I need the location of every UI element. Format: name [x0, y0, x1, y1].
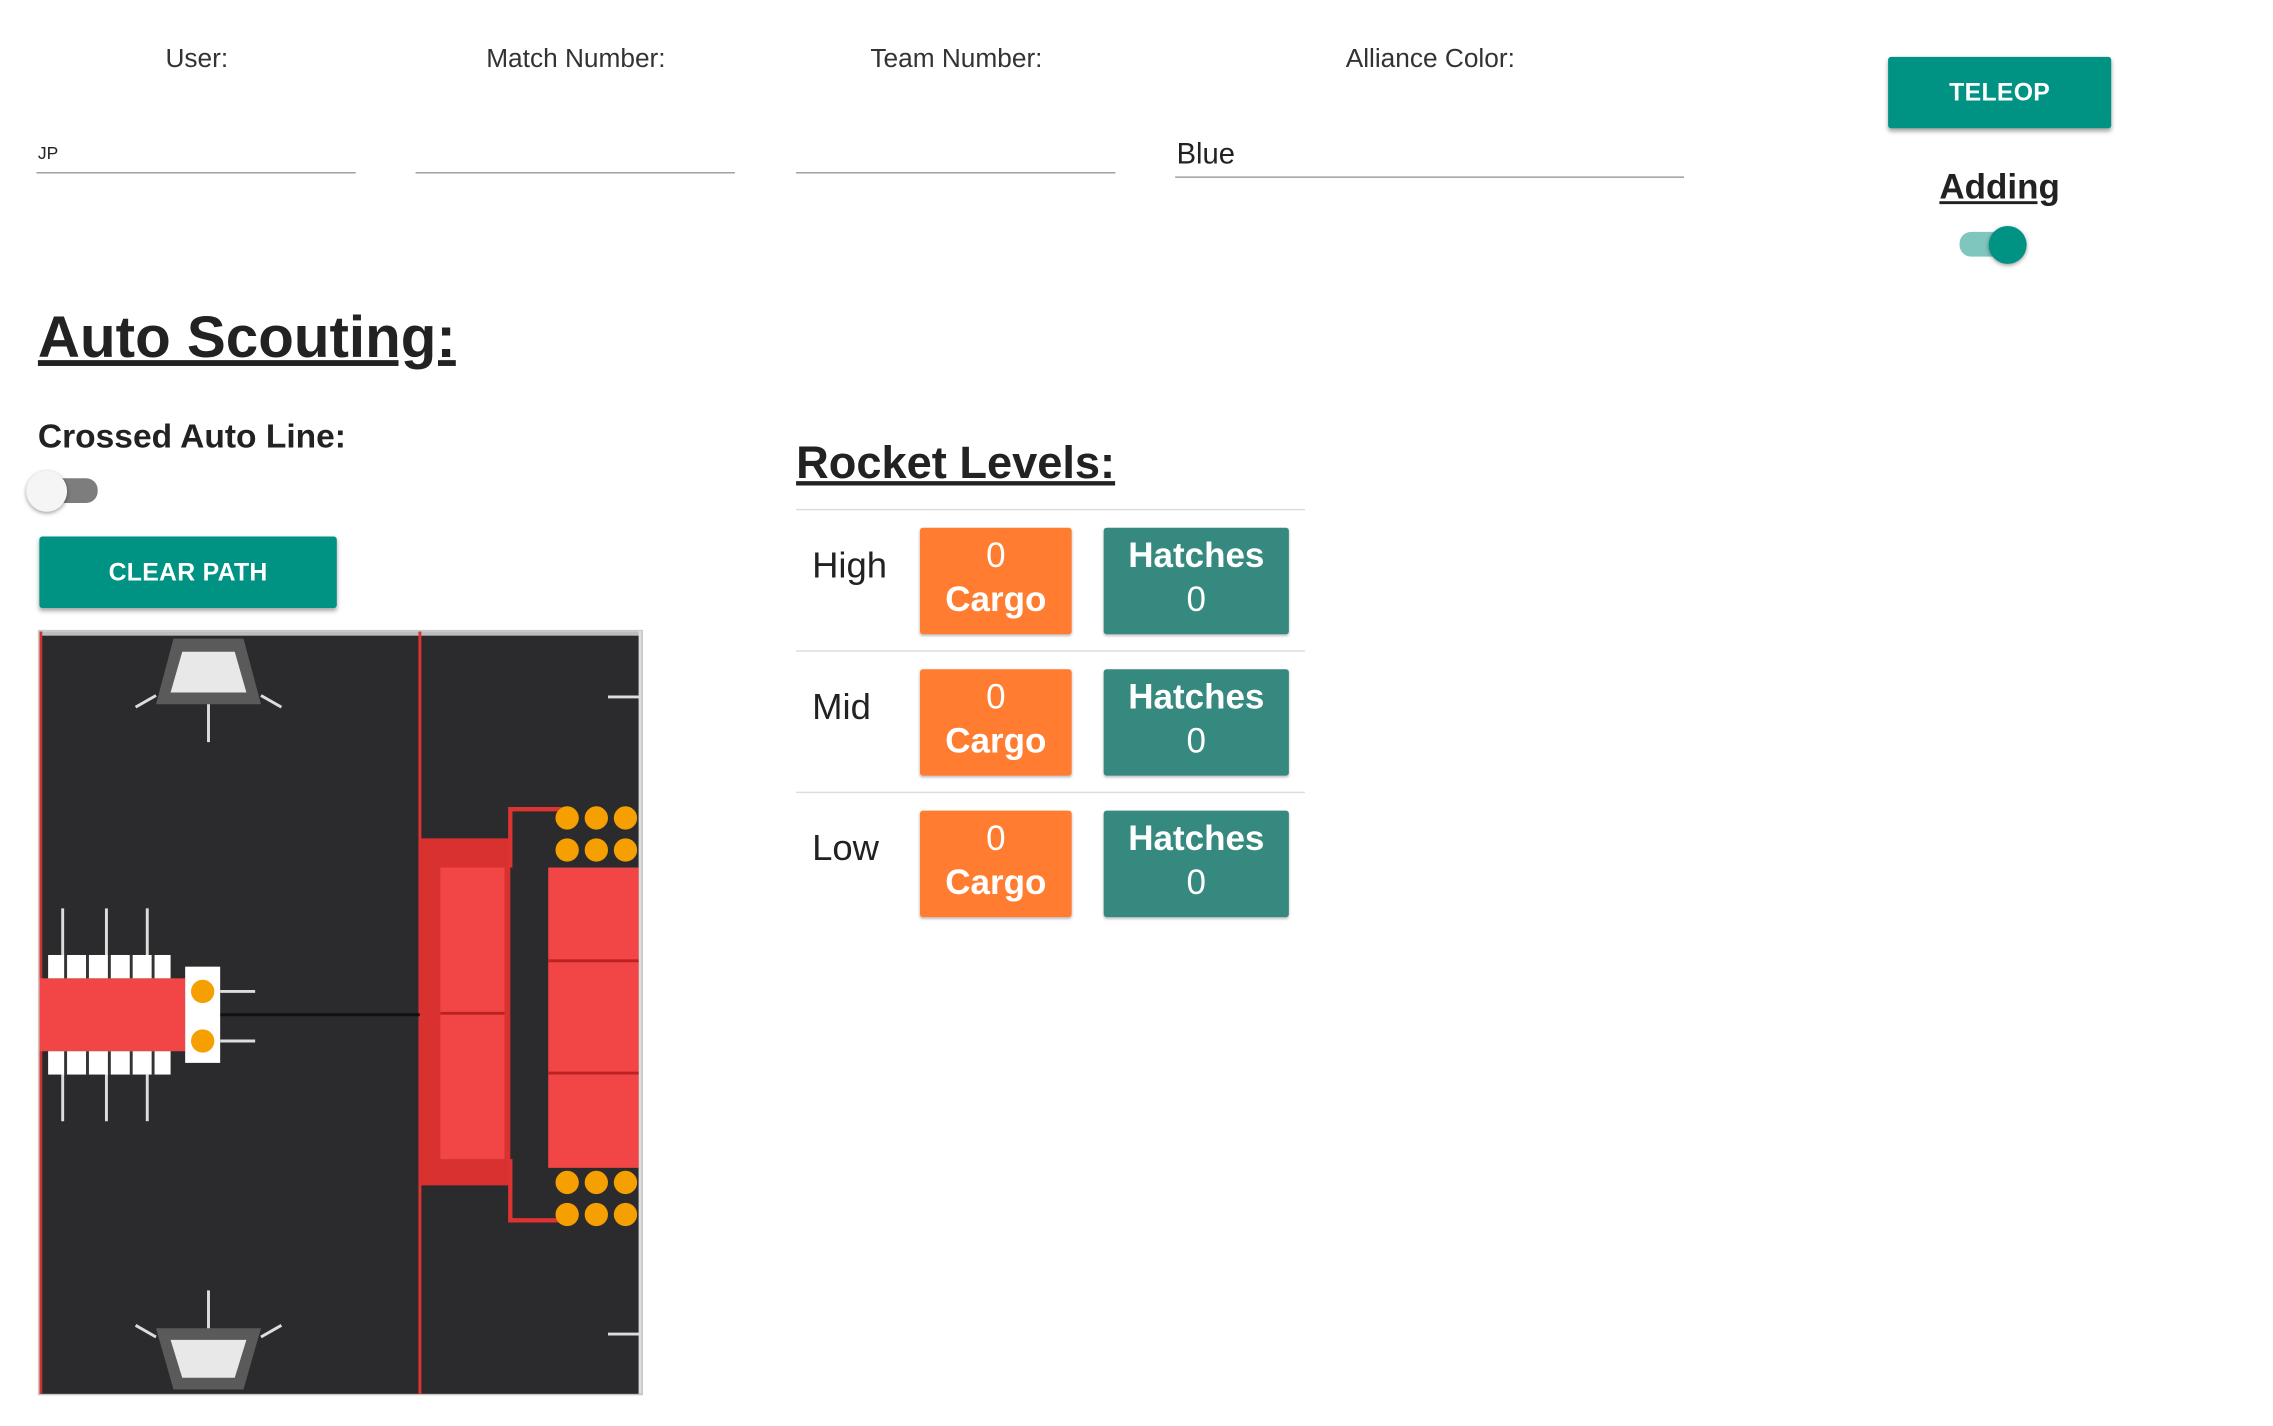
hatch-button-low[interactable]: Hatches 0	[1103, 810, 1289, 918]
match-number-label: Match Number:	[486, 43, 666, 73]
teleop-button[interactable]: TELEOP	[1888, 56, 2112, 129]
rocket-level-row-mid: Mid 0 Cargo Hatches 0	[796, 650, 1305, 791]
cargo-label-low: Cargo	[945, 863, 1047, 903]
cargo-count-mid: 0	[986, 677, 1006, 718]
field-map-canvas[interactable]	[37, 629, 643, 1396]
hatch-button-high[interactable]: Hatches 0	[1103, 527, 1289, 635]
level-name-high: High	[812, 545, 888, 587]
match-number-underline	[415, 172, 735, 174]
cargo-button-high[interactable]: 0 Cargo	[919, 527, 1072, 635]
cargo-label-mid: Cargo	[945, 721, 1047, 762]
cargo-count-low: 0	[986, 819, 1006, 859]
alliance-color-label: Alliance Color:	[1345, 43, 1515, 73]
alliance-color-underline	[1175, 176, 1684, 178]
match-number-input[interactable]	[417, 143, 735, 169]
crossed-auto-line-label: Crossed Auto Line:	[37, 416, 346, 455]
user-label: User:	[165, 43, 229, 73]
rocket-levels-title: Rocket Levels:	[796, 437, 1116, 489]
team-number-input[interactable]	[798, 143, 1116, 169]
level-name-mid: Mid	[812, 686, 871, 728]
adding-toggle[interactable]	[1957, 225, 2033, 269]
user-underline	[36, 172, 356, 174]
app-root: User: JP Match Number: Team Number: Alli…	[0, 0, 2273, 1426]
rocket-level-row-low: Low 0 Cargo Hatches 0	[796, 791, 1305, 933]
rocket-level-row-high: High 0 Cargo Hatches 0	[796, 508, 1305, 650]
hatch-count-mid: 0	[1186, 721, 1207, 762]
cargo-button-low[interactable]: 0 Cargo	[919, 810, 1072, 918]
user-input[interactable]: JP	[38, 143, 58, 163]
cargo-count-high: 0	[986, 536, 1006, 576]
field-map-image	[39, 631, 642, 1394]
hatch-label-high: Hatches	[1128, 536, 1265, 576]
hatch-label-low: Hatches	[1128, 819, 1265, 859]
crossed-auto-line-toggle[interactable]	[25, 469, 104, 513]
alliance-color-select[interactable]: Blue	[1177, 139, 1235, 173]
hatch-count-low: 0	[1186, 863, 1207, 903]
hatch-label-mid: Hatches	[1128, 677, 1265, 718]
adding-label: Adding	[1939, 167, 2060, 208]
team-number-underline	[796, 172, 1116, 174]
clear-path-button[interactable]: CLEAR PATH	[39, 536, 337, 608]
team-number-label: Team Number:	[870, 43, 1043, 73]
hatch-count-high: 0	[1186, 580, 1207, 620]
level-name-low: Low	[812, 828, 879, 869]
cargo-button-mid[interactable]: 0 Cargo	[919, 669, 1072, 776]
hatch-button-mid[interactable]: Hatches 0	[1103, 669, 1289, 776]
cargo-label-high: Cargo	[945, 580, 1047, 620]
auto-scouting-title: Auto Scouting:	[37, 306, 456, 371]
